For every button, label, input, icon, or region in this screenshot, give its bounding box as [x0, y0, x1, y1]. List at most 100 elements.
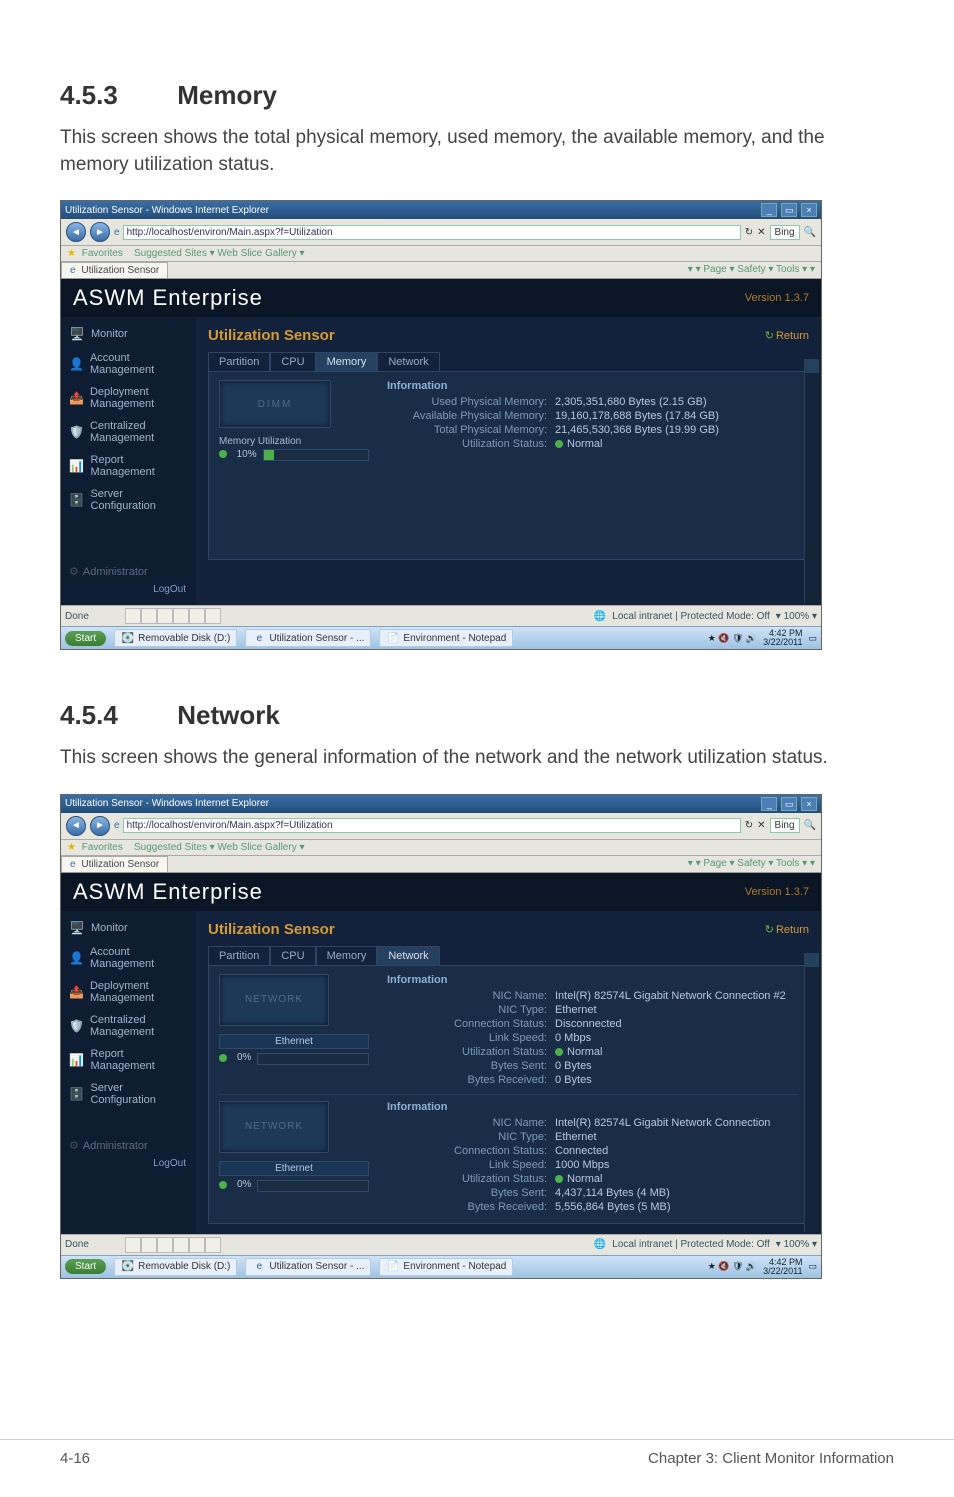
- scrollbar[interactable]: [804, 359, 819, 603]
- sidebar-item-report[interactable]: 📊Report Management: [61, 1043, 196, 1077]
- sidebar-item-monitor[interactable]: 🖥️Monitor: [61, 321, 196, 347]
- sidebar-item-label: Server Configuration: [90, 488, 188, 512]
- stop-icon[interactable]: ✕: [757, 227, 765, 238]
- sidebar-item-label: Centralized Management: [90, 1014, 188, 1038]
- tab-memory[interactable]: Memory: [316, 352, 378, 371]
- start-button[interactable]: Start: [65, 1259, 106, 1274]
- taskbar-item[interactable]: eUtilization Sensor - ...: [245, 629, 371, 647]
- document-tab[interactable]: e Utilization Sensor: [61, 262, 168, 278]
- suggested-sites[interactable]: Suggested Sites ▾ Web Slice Gallery ▾: [134, 842, 305, 853]
- tab-label: Utilization Sensor: [81, 265, 159, 276]
- sidebar-item-account[interactable]: 👤Account Management: [61, 941, 196, 975]
- return-link[interactable]: ↻Return: [765, 923, 809, 936]
- maximize-icon[interactable]: ▭: [781, 203, 797, 217]
- refresh-icon[interactable]: ↻: [745, 820, 753, 831]
- minimize-icon[interactable]: _: [761, 797, 777, 811]
- stop-icon[interactable]: ✕: [757, 820, 765, 831]
- address-bar[interactable]: http://localhost/environ/Main.aspx?f=Uti…: [123, 225, 741, 240]
- favorites-label[interactable]: Favorites: [82, 842, 123, 853]
- back-button[interactable]: ◄: [66, 816, 86, 836]
- info-row: Bytes Sent:0 Bytes: [387, 1060, 798, 1072]
- search-box[interactable]: Bing: [770, 225, 800, 240]
- sidebar-item-label: Monitor: [91, 922, 128, 934]
- server-icon: 🗄️: [69, 492, 84, 508]
- command-bar[interactable]: ▾ ▾ Page ▾ Safety ▾ Tools ▾ ▾: [682, 856, 821, 872]
- close-icon[interactable]: ×: [801, 797, 817, 811]
- sidebar-item-centralized[interactable]: 🛡️Centralized Management: [61, 415, 196, 449]
- sidebar-item-monitor[interactable]: 🖥️ Monitor: [61, 915, 196, 941]
- search-icon[interactable]: 🔍: [804, 820, 816, 831]
- sidebar-item-server[interactable]: 🗄️Server Configuration: [61, 1077, 196, 1111]
- network-card-image: NETWORK: [219, 1101, 329, 1153]
- utilization-gauge: [257, 1053, 369, 1065]
- monitor-icon: 🖥️: [69, 920, 85, 936]
- start-button[interactable]: Start: [65, 631, 106, 646]
- favorites-icon[interactable]: ★: [67, 842, 76, 853]
- system-tray[interactable]: ★ 🔇 🛡 🔊 4:42 PM3/22/2011 ▭: [708, 629, 817, 647]
- status-dot-icon: [555, 1175, 563, 1183]
- favorites-label[interactable]: Favorites: [82, 248, 123, 259]
- scrollbar[interactable]: [804, 953, 819, 1232]
- sidebar-item-label: Monitor: [91, 328, 128, 340]
- return-icon: ↻: [765, 924, 774, 936]
- maximize-icon[interactable]: ▭: [781, 797, 797, 811]
- scroll-up-icon[interactable]: [805, 953, 819, 967]
- tab-cpu[interactable]: CPU: [270, 946, 315, 965]
- command-bar[interactable]: ▾ ▾ Page ▾ Safety ▾ Tools ▾ ▾: [682, 262, 821, 278]
- logout-link[interactable]: LogOut: [61, 582, 196, 601]
- zoom-dropdown[interactable]: ▾ 100% ▾: [776, 611, 817, 622]
- refresh-icon[interactable]: ↻: [745, 227, 753, 238]
- close-icon[interactable]: ×: [801, 203, 817, 217]
- taskbar-item[interactable]: 📄Environment - Notepad: [379, 629, 513, 647]
- search-box[interactable]: Bing: [770, 818, 800, 833]
- taskbar-item[interactable]: 📄Environment - Notepad: [379, 1258, 513, 1276]
- tab-label: Utilization Sensor: [81, 859, 159, 870]
- sidebar-item-centralized[interactable]: 🛡️Centralized Management: [61, 1009, 196, 1043]
- taskbar-item[interactable]: 💽Removable Disk (D:): [114, 629, 237, 647]
- tab-partition[interactable]: Partition: [208, 946, 270, 965]
- tab-partition[interactable]: Partition: [208, 352, 270, 371]
- sidebar-item-deployment[interactable]: 📤Deployment Management: [61, 381, 196, 415]
- scroll-up-icon[interactable]: [805, 359, 819, 373]
- app-logo: ASWM Enterprise: [73, 279, 263, 317]
- show-desktop-icon[interactable]: ▭: [808, 633, 817, 644]
- shield-icon: 🛡️: [69, 424, 84, 440]
- show-desktop-icon[interactable]: ▭: [808, 1261, 817, 1272]
- sidebar-item-server[interactable]: 🗄️ Server Configuration: [61, 483, 196, 517]
- address-bar[interactable]: http://localhost/environ/Main.aspx?f=Uti…: [123, 818, 741, 833]
- section-title: Memory: [177, 80, 277, 110]
- back-button[interactable]: ◄: [66, 222, 86, 242]
- sidebar-item-report[interactable]: 📊Report Management: [61, 449, 196, 483]
- system-tray[interactable]: ★ 🔇 🛡 🔊 4:42 PM3/22/2011 ▭: [708, 1258, 817, 1276]
- zoom-dropdown[interactable]: ▾ 100% ▾: [776, 1239, 817, 1250]
- return-link[interactable]: ↻Return: [765, 329, 809, 342]
- tab-network[interactable]: Network: [377, 946, 439, 965]
- user-icon: 👤: [69, 356, 84, 372]
- page-title: Utilization Sensor: [208, 921, 335, 938]
- document-tab[interactable]: e Utilization Sensor: [61, 856, 168, 872]
- window-controls[interactable]: _ ▭ ×: [760, 203, 817, 217]
- status-bar: Done 🌐 Local intranet | Protected Mode: …: [61, 1234, 821, 1255]
- window-title: Utilization Sensor - Windows Internet Ex…: [65, 205, 269, 216]
- suggested-sites[interactable]: Suggested Sites ▾ Web Slice Gallery ▾: [134, 248, 305, 259]
- status-zone: Local intranet | Protected Mode: Off: [612, 611, 770, 622]
- tab-cpu[interactable]: CPU: [270, 352, 315, 371]
- tab-memory[interactable]: Memory: [316, 946, 378, 965]
- window-controls[interactable]: _ ▭ ×: [760, 797, 817, 811]
- forward-button[interactable]: ►: [90, 816, 110, 836]
- info-row: Utilization Status:Normal: [387, 438, 798, 450]
- taskbar-item[interactable]: 💽Removable Disk (D:): [114, 1258, 237, 1276]
- sidebar-item-deployment[interactable]: 📤Deployment Management: [61, 975, 196, 1009]
- sidebar-item-account[interactable]: 👤Account Management: [61, 347, 196, 381]
- drive-icon: 💽: [121, 1260, 135, 1274]
- taskbar: Start 💽Removable Disk (D:) eUtilization …: [61, 626, 821, 649]
- info-row: Bytes Received:0 Bytes: [387, 1074, 798, 1086]
- info-row: NIC Type:Ethernet: [387, 1004, 798, 1016]
- minimize-icon[interactable]: _: [761, 203, 777, 217]
- taskbar-item[interactable]: eUtilization Sensor - ...: [245, 1258, 371, 1276]
- tab-network[interactable]: Network: [377, 352, 439, 371]
- favorites-icon[interactable]: ★: [67, 248, 76, 259]
- logout-link[interactable]: LogOut: [61, 1156, 196, 1175]
- forward-button[interactable]: ►: [90, 222, 110, 242]
- search-icon[interactable]: 🔍: [804, 227, 816, 238]
